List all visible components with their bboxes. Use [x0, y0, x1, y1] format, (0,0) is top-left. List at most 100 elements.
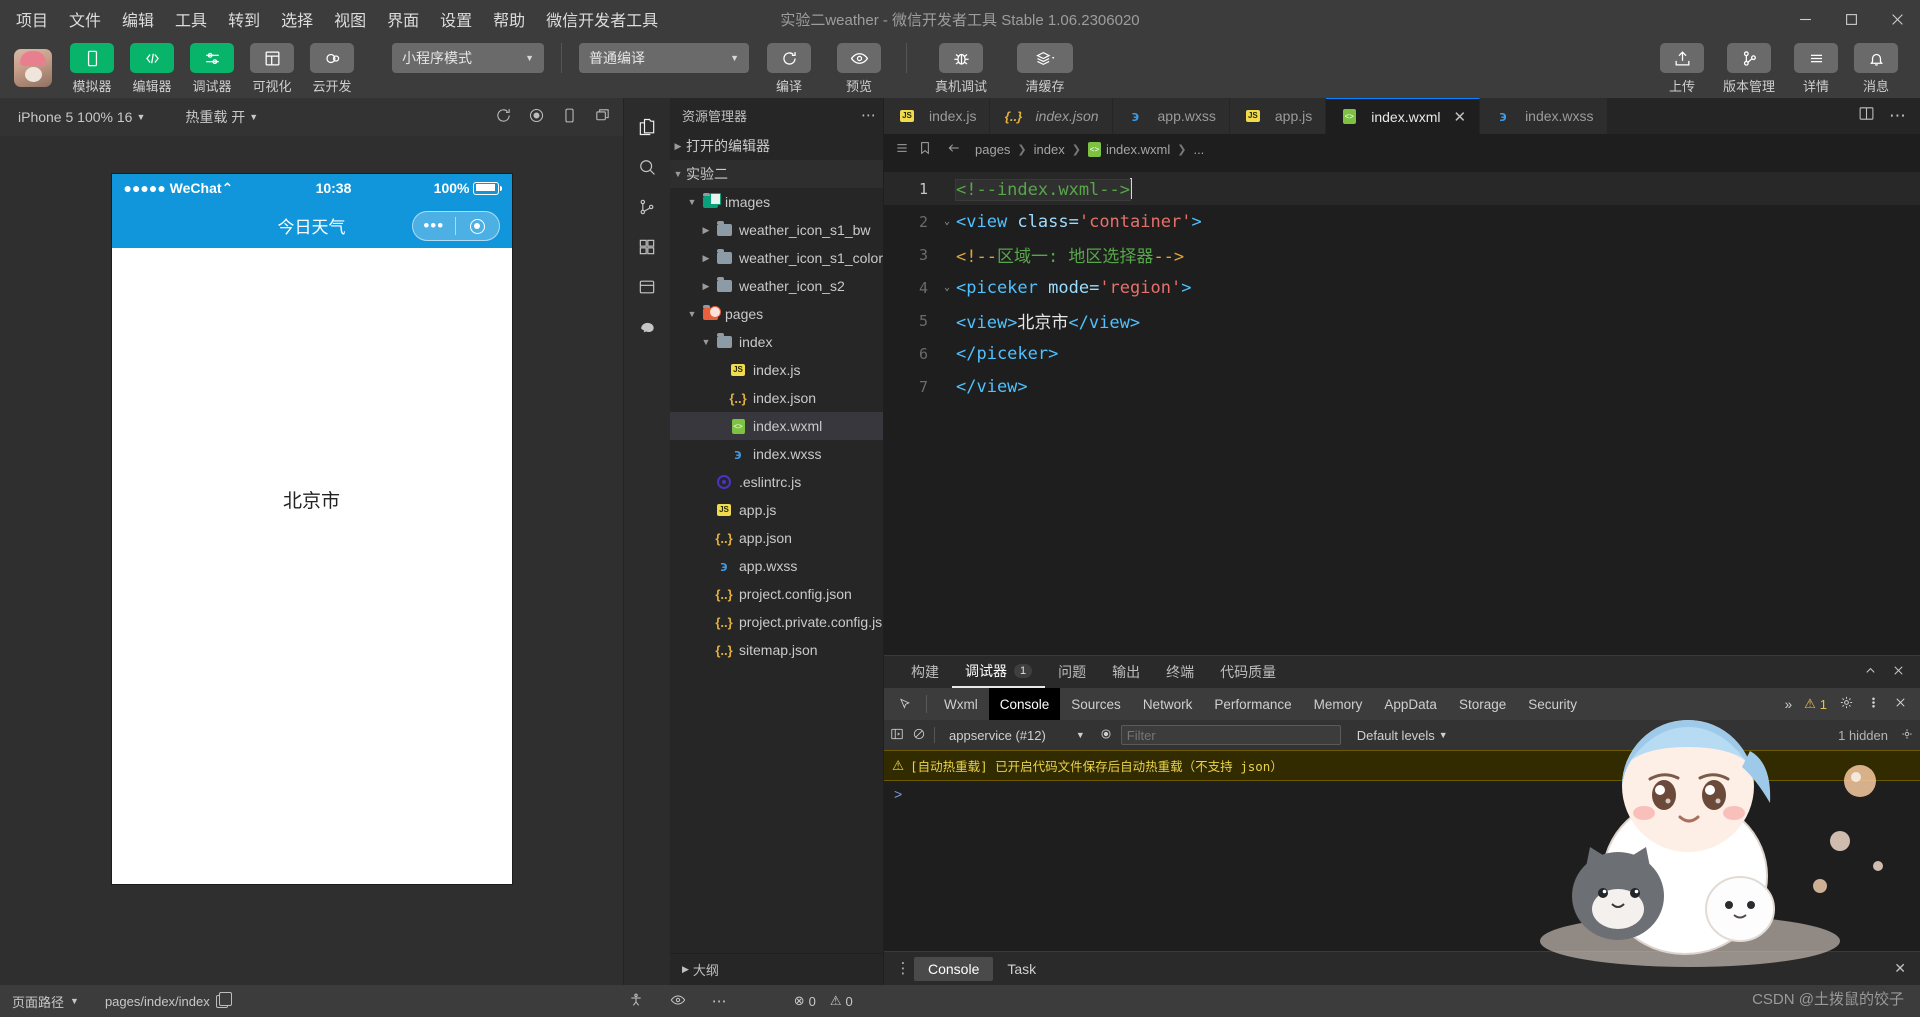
toolbar-button-editor[interactable]: 编辑器 [122, 43, 182, 95]
source-control-icon[interactable] [624, 187, 670, 227]
code-line[interactable]: 3 <!--区域一: 地区选择器--> [884, 238, 1920, 271]
devtools-tab-5[interactable]: 代码质量 [1207, 656, 1289, 688]
eye-icon[interactable] [670, 992, 686, 1011]
drawer-menu-icon[interactable]: ⋮ [892, 961, 914, 976]
editor-tab-app-wxss[interactable]: ϶ app.wxss [1112, 98, 1230, 134]
overflow-icon[interactable]: » [1785, 697, 1793, 712]
tree-row-sitemap-json[interactable]: ▶{..}sitemap.json [670, 636, 883, 664]
tree-row-project[interactable]: ▼ 实验二 [670, 160, 883, 188]
accessibility-icon[interactable] [628, 992, 644, 1011]
devtools-subtab-console[interactable]: Console [988, 688, 1061, 720]
code-line[interactable]: 5 <view>北京市</view> [884, 304, 1920, 337]
tree-row-app-wxss[interactable]: ▶϶app.wxss [670, 552, 883, 580]
warning-badge[interactable]: ⚠ 1 [1804, 696, 1827, 712]
devtools-subtab-appdata[interactable]: AppData [1373, 688, 1448, 720]
toolbar-button-debugger[interactable]: 调试器 [182, 43, 242, 95]
outline-toggle-icon[interactable] [894, 140, 910, 159]
outline-section[interactable]: ▶ 大纲 [670, 953, 883, 985]
code-line[interactable]: 7 </view> [884, 370, 1920, 403]
console-sidebar-icon[interactable] [890, 727, 904, 744]
code-line[interactable]: 6 </piceker> [884, 337, 1920, 370]
devtools-close-icon[interactable] [1893, 695, 1908, 713]
tree-row-weather-icon-s2[interactable]: ▶ weather_icon_s2 [670, 272, 883, 300]
menu-item-view[interactable]: 视图 [332, 4, 368, 34]
tabs-overflow-icon[interactable]: ⋯ [1889, 106, 1906, 126]
toolbar-button-realdevice[interactable]: 真机调试 [924, 43, 998, 95]
menu-item-devtools[interactable]: 微信开发者工具 [544, 4, 660, 34]
breadcrumb-index[interactable]: index [1034, 142, 1065, 157]
tree-row-project-private-config-js-[interactable]: ▶{..}project.private.config.js... [670, 608, 883, 636]
editor-tab-index-wxml[interactable]: <> index.wxml ✕ [1326, 98, 1481, 134]
devtools-subtab-security[interactable]: Security [1517, 688, 1588, 720]
code-line[interactable]: 1 <!--index.wxml--> [884, 172, 1920, 205]
devtools-subtab-network[interactable]: Network [1132, 688, 1204, 720]
copy-icon[interactable] [215, 992, 233, 1008]
minimize-icon[interactable] [1782, 0, 1828, 38]
tree-row-index-json[interactable]: ▶{..}index.json [670, 384, 883, 412]
close-capsule-icon[interactable] [456, 218, 499, 234]
devtools-subtab-sources[interactable]: Sources [1060, 688, 1132, 720]
editor-tab-index-js[interactable]: JS index.js [884, 98, 991, 134]
gear-icon[interactable] [1839, 695, 1854, 713]
more-icon[interactable]: ••• [413, 217, 456, 234]
tree-row-weather-icon-s1-color[interactable]: ▶ weather_icon_s1_color [670, 244, 883, 272]
menu-item-interface[interactable]: 界面 [385, 4, 421, 34]
drawer-tab-task[interactable]: Task [993, 957, 1050, 981]
split-editor-icon[interactable] [1858, 105, 1875, 127]
menu-item-help[interactable]: 帮助 [491, 4, 527, 34]
devtools-subtab-performance[interactable]: Performance [1203, 688, 1302, 720]
editor-tab-index-wxss[interactable]: ϶ index.wxss [1480, 98, 1608, 134]
extensions-icon[interactable] [624, 227, 670, 267]
editor-tab-index-json[interactable]: {..} index.json [990, 98, 1113, 134]
menu-item-tools[interactable]: 工具 [173, 4, 209, 34]
tree-row-index-js[interactable]: ▶JSindex.js [670, 356, 883, 384]
tree-row-images[interactable]: ▼ images [670, 188, 883, 216]
record-icon[interactable] [528, 107, 545, 127]
more-actions-icon[interactable]: ⋯ [861, 106, 877, 124]
console-settings-icon[interactable] [1900, 727, 1914, 744]
context-select[interactable]: appservice (#12) ▼ [943, 728, 1091, 743]
code-line[interactable]: 4 ⌄ <piceker mode='region'> [884, 271, 1920, 304]
toolbar-button-version[interactable]: 版本管理 [1712, 43, 1786, 95]
toolbar-button-compile[interactable]: 编译 [759, 43, 819, 95]
close-icon[interactable] [1874, 0, 1920, 38]
devtools-tab-2[interactable]: 问题 [1045, 656, 1099, 688]
close-icon[interactable] [1891, 663, 1906, 681]
tree-row-project-config-json[interactable]: ▶{..}project.config.json [670, 580, 883, 608]
page-path-select[interactable]: 页面路径 ▼ [0, 992, 79, 1011]
menu-item-file[interactable]: 文件 [67, 4, 103, 34]
toolbar-button-upload[interactable]: 上传 [1652, 43, 1712, 95]
drawer-tab-console[interactable]: Console [914, 956, 994, 981]
mini-program-icon[interactable] [624, 307, 670, 347]
back-arrow-icon[interactable] [946, 140, 962, 159]
menu-item-goto[interactable]: 转到 [226, 4, 262, 34]
tree-row-pages[interactable]: ▼ pages [670, 300, 883, 328]
tree-row-index-wxml[interactable]: ▶<>index.wxml [670, 412, 883, 440]
maximize-icon[interactable] [1828, 0, 1874, 38]
collapse-icon[interactable] [1863, 663, 1878, 681]
toolbar-button-simulator[interactable]: 模拟器 [62, 43, 122, 95]
devtools-tab-1[interactable]: 调试器 1 [952, 656, 1046, 688]
rotate-icon[interactable] [495, 107, 512, 127]
devtools-tab-4[interactable]: 终端 [1153, 656, 1207, 688]
code-line[interactable]: 2 ⌄ <view class='container'> [884, 205, 1920, 238]
more-icon[interactable]: ⋯ [712, 992, 728, 1010]
toolbar-button-messages[interactable]: 消息 [1846, 43, 1906, 95]
search-icon[interactable] [624, 147, 670, 187]
hotreload-select[interactable]: 热重载 开 ▼ [179, 104, 264, 130]
console-prompt[interactable]: > [884, 781, 1920, 807]
toolbar-button-clearcache[interactable]: 清缓存 [1008, 43, 1082, 95]
mode-select[interactable]: 小程序模式 ▼ [392, 43, 544, 73]
console-output[interactable]: ⚠ [自动热重载] 已开启代码文件保存后自动热重载（不支持 json） > [884, 750, 1920, 951]
devtools-subtab-memory[interactable]: Memory [1303, 688, 1374, 720]
device-frame-icon[interactable] [561, 107, 578, 127]
toolbar-button-cloud[interactable]: 云开发 [302, 43, 362, 95]
toolbar-button-visual[interactable]: 可视化 [242, 43, 302, 95]
devtools-subtab-storage[interactable]: Storage [1448, 688, 1517, 720]
multi-window-icon[interactable] [594, 107, 611, 127]
fold-toggle-icon[interactable]: ⌄ [938, 282, 956, 293]
fold-toggle-icon[interactable]: ⌄ [938, 216, 956, 227]
eye-icon[interactable] [1099, 727, 1113, 744]
problems-summary[interactable]: ⊗ 0 ⚠ 0 [794, 993, 853, 1009]
tree-row-app-json[interactable]: ▶{..}app.json [670, 524, 883, 552]
